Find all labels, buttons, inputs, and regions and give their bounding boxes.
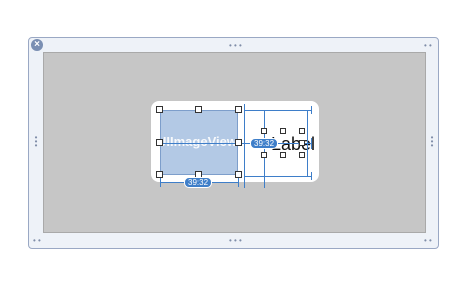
resize-handle[interactable] xyxy=(156,106,163,113)
resize-handle[interactable] xyxy=(156,139,163,146)
width-constraint-badge[interactable]: 39:32 xyxy=(184,177,213,188)
resize-handle[interactable] xyxy=(235,171,242,178)
resize-handle[interactable] xyxy=(261,128,267,134)
constraints-overlay xyxy=(156,104,312,188)
resize-handle[interactable] xyxy=(156,171,163,178)
spacing-constraint-badge[interactable]: 39:32 xyxy=(250,138,279,149)
resize-handle[interactable] xyxy=(261,152,267,158)
resize-handle[interactable] xyxy=(195,106,202,113)
resize-handle[interactable] xyxy=(280,152,286,158)
resize-handle[interactable] xyxy=(299,140,305,146)
resize-handle[interactable] xyxy=(299,128,305,134)
resize-handle[interactable] xyxy=(280,128,286,134)
resize-handle[interactable] xyxy=(235,106,242,113)
resize-handle[interactable] xyxy=(299,152,305,158)
resize-handle[interactable] xyxy=(235,139,242,146)
